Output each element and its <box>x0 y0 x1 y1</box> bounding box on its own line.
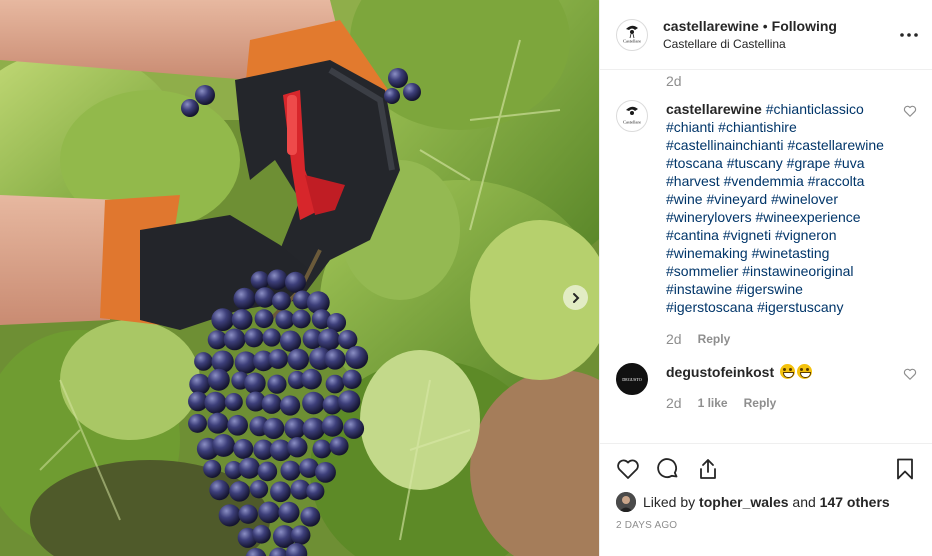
hashtag-link[interactable]: #vigneti <box>723 227 771 243</box>
hashtag-link[interactable]: #vineyard <box>706 191 767 207</box>
save-button[interactable] <box>893 457 917 481</box>
hashtag-link[interactable]: #instawineoriginal <box>742 263 853 279</box>
action-icons <box>616 446 917 492</box>
grinning-emoji-icon <box>780 364 796 379</box>
likes-summary: Liked by topher_wales and 147 others <box>616 492 917 512</box>
hashtag-link[interactable]: #castellarewine <box>787 137 884 153</box>
avatar[interactable] <box>616 492 636 512</box>
hashtag-link[interactable]: #winemaking <box>666 245 748 261</box>
hashtag-list: #chianticlassico #chianti #chiantishire … <box>666 101 884 315</box>
post-actions: Liked by topher_wales and 147 others 2 D… <box>600 443 932 556</box>
hashtag-link[interactable]: #castellinainchianti <box>666 137 784 153</box>
likes-count-link[interactable]: 147 others <box>820 493 890 511</box>
post-photo[interactable] <box>0 0 599 556</box>
avatar[interactable]: Castellare <box>616 100 648 132</box>
reply-button[interactable]: Reply <box>744 396 777 410</box>
hashtag-link[interactable]: #tuscany <box>727 155 783 171</box>
share-icon <box>700 459 716 479</box>
comment-likes[interactable]: 1 like <box>698 396 728 410</box>
caption-time[interactable]: 2d <box>666 331 682 347</box>
heart-outline-icon[interactable] <box>903 104 917 118</box>
comment-username[interactable]: degustofeinkost <box>666 364 774 380</box>
caption-username[interactable]: castellarewine <box>666 101 762 117</box>
hashtag-link[interactable]: #igerstuscany <box>757 299 843 315</box>
caption-comment: Castellare castellarewine #chianticlassic… <box>616 100 917 347</box>
grinning-emoji-icon <box>797 364 813 379</box>
liked-by-and: and <box>792 494 816 510</box>
hashtag-link[interactable]: #vendemmia <box>724 173 804 189</box>
hashtag-link[interactable]: #grape <box>787 155 831 171</box>
hashtag-link[interactable]: #chianti <box>666 119 714 135</box>
heart-icon <box>617 459 639 479</box>
post-date[interactable]: 2 DAYS AGO <box>616 520 917 531</box>
post-sidebar: Castellare castellarewine • Following Cast… <box>599 0 932 556</box>
header-username[interactable]: castellarewine <box>663 18 759 34</box>
hashtag-link[interactable]: #vigneron <box>775 227 837 243</box>
heart-outline-icon[interactable] <box>903 367 917 381</box>
hashtag-link[interactable]: #winetasting <box>752 245 830 261</box>
hashtag-link[interactable]: #cantina <box>666 227 719 243</box>
svg-text:Castellare: Castellare <box>623 38 641 43</box>
follow-status-button[interactable]: Following <box>772 18 837 34</box>
hashtag-link[interactable]: #igerswine <box>736 281 803 297</box>
more-options-button[interactable] <box>889 15 929 55</box>
comment-item: DEGUSTO degustofeinkost 2d 1 like Reply <box>616 363 917 411</box>
liked-by-prefix: Liked by <box>643 494 696 510</box>
comment-text: degustofeinkost <box>666 363 891 381</box>
hashtag-link[interactable]: #igerstoscana <box>666 299 753 315</box>
comment-time[interactable]: 2d <box>666 395 682 411</box>
comment-button[interactable] <box>656 457 680 481</box>
previous-comment-time: 2d <box>666 73 682 89</box>
instagram-post: Castellare castellarewine • Following Cast… <box>0 0 932 556</box>
caption-text: castellarewine #chianticlassico #chianti … <box>666 100 891 316</box>
reply-button[interactable]: Reply <box>698 332 731 346</box>
castellare-logo-icon: Castellare <box>623 25 641 43</box>
more-horizontal-icon <box>900 32 918 37</box>
avatar[interactable]: Castellare <box>616 18 648 51</box>
liked-by-user-link[interactable]: topher_wales <box>699 493 788 511</box>
grape-harvest-image <box>0 0 599 556</box>
post-header: Castellare castellarewine • Following Cast… <box>600 0 932 70</box>
bookmark-icon <box>897 458 913 480</box>
like-button[interactable] <box>616 457 640 481</box>
separator-dot: • <box>762 18 768 34</box>
hashtag-link[interactable]: #toscana <box>666 155 723 171</box>
degusto-logo-icon: DEGUSTO <box>617 364 647 394</box>
hashtag-link[interactable]: #winerylovers <box>666 209 752 225</box>
hashtag-link[interactable]: #uva <box>834 155 864 171</box>
svg-text:Castellare: Castellare <box>623 120 641 125</box>
hashtag-link[interactable]: #wine <box>666 191 703 207</box>
hashtag-link[interactable]: #wineexperience <box>755 209 860 225</box>
chevron-right-icon <box>572 292 579 303</box>
hashtag-link[interactable]: #instawine <box>666 281 732 297</box>
hashtag-link[interactable]: #chianticlassico <box>766 101 864 117</box>
location-link[interactable]: Castellare di Castellina <box>663 36 889 52</box>
share-button[interactable] <box>696 457 720 481</box>
hashtag-link[interactable]: #chiantishire <box>718 119 797 135</box>
comment-icon <box>657 458 678 479</box>
avatar[interactable]: DEGUSTO <box>616 363 648 395</box>
castellare-logo-icon: Castellare <box>623 106 641 125</box>
svg-text:DEGUSTO: DEGUSTO <box>622 377 641 382</box>
hashtag-link[interactable]: #harvest <box>666 173 720 189</box>
hashtag-link[interactable]: #raccolta <box>808 173 865 189</box>
comments-section[interactable]: 2d Castellare castellarewine #chianticlas… <box>600 70 932 443</box>
hashtag-link[interactable]: #sommelier <box>666 263 738 279</box>
next-photo-button[interactable] <box>563 285 588 310</box>
hashtag-link[interactable]: #winelover <box>771 191 838 207</box>
user-photo-icon <box>616 492 636 512</box>
